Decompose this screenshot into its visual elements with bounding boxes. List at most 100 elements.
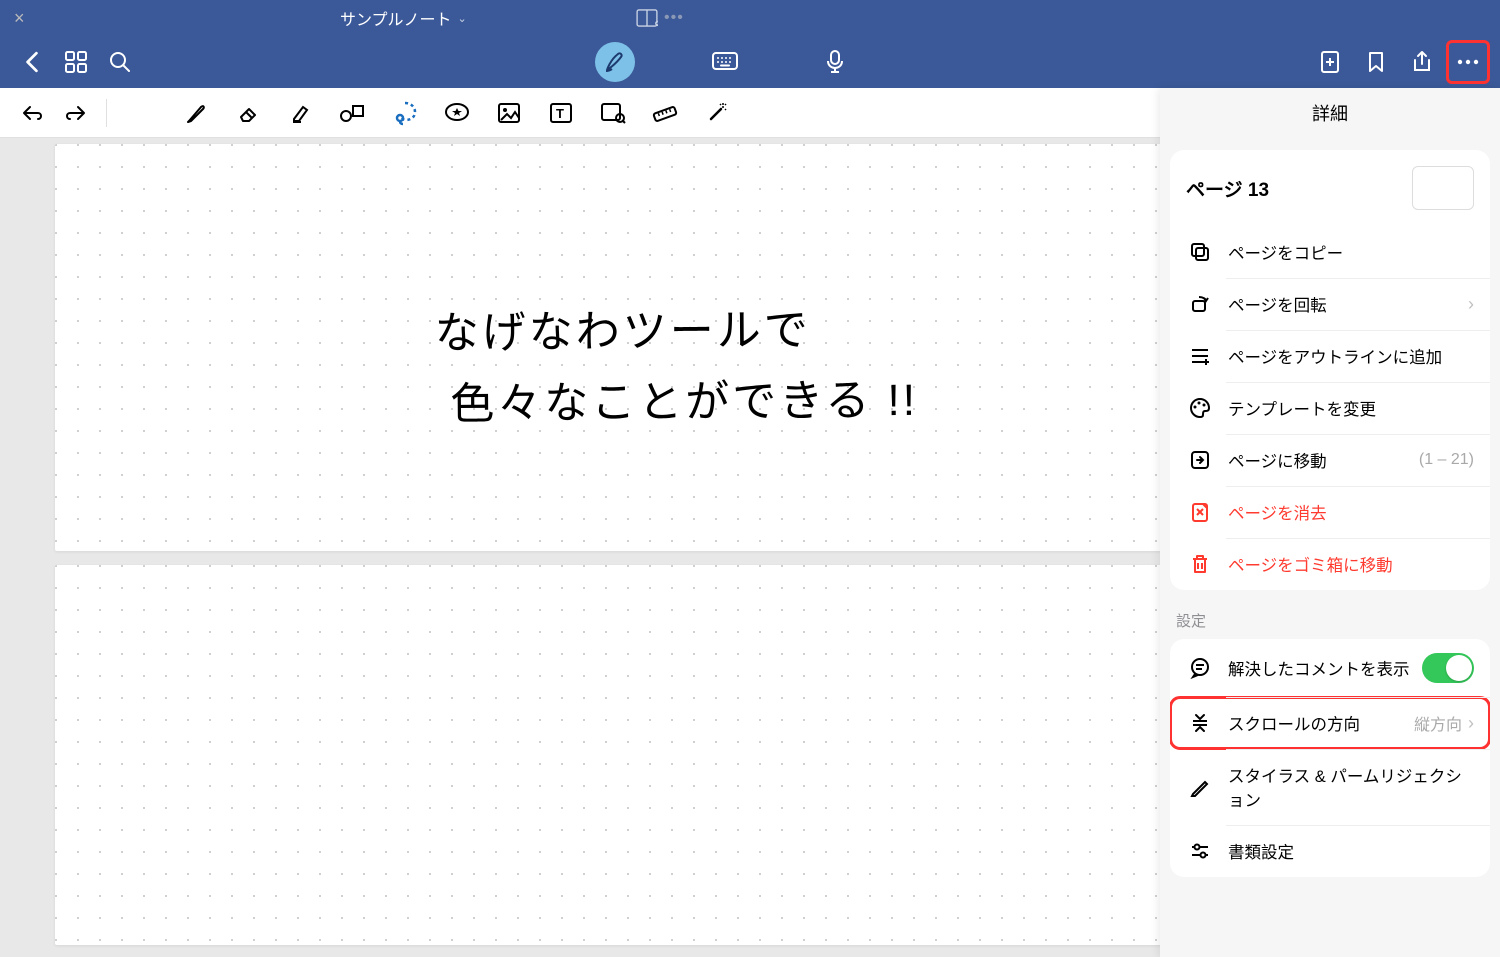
comment-icon xyxy=(1186,657,1214,679)
eraser-icon xyxy=(237,101,261,125)
tab-bar: × サンプルノート ⌄ + ••• xyxy=(0,0,1500,36)
outline-icon xyxy=(1186,345,1214,367)
stylus-icon xyxy=(1186,776,1214,798)
scroll-direction-label: スクロールの方向 xyxy=(1228,711,1414,735)
page-section: ページ 13 ページをコピー ページを回転 › ページをアウトラインに追加 テン… xyxy=(1170,150,1490,590)
bookmark-button[interactable] xyxy=(1354,40,1398,84)
clear-page-button[interactable]: ページを消去 xyxy=(1170,486,1490,538)
share-button[interactable] xyxy=(1400,40,1444,84)
undo-button[interactable] xyxy=(12,93,54,133)
keyboard-icon xyxy=(712,52,738,72)
chevron-down-icon: ⌄ xyxy=(458,12,467,25)
mic-icon xyxy=(826,50,844,74)
more-icon xyxy=(1457,59,1479,65)
settings-section-title: 設定 xyxy=(1170,610,1490,639)
stylus-row[interactable]: スタイラス & パームリジェクション xyxy=(1170,749,1490,825)
document-title: サンプルノート xyxy=(340,6,452,30)
split-view-button[interactable]: + ••• xyxy=(636,9,684,27)
nav-right xyxy=(1308,40,1490,84)
clear-icon xyxy=(1186,501,1214,523)
pen-tool[interactable] xyxy=(177,93,217,133)
search-button[interactable] xyxy=(98,40,142,84)
trash-icon xyxy=(1186,553,1214,575)
chevron-right-icon: › xyxy=(1468,294,1474,315)
thumbnails-button[interactable] xyxy=(54,40,98,84)
resolved-comments-toggle[interactable] xyxy=(1422,653,1474,683)
eraser-tool[interactable] xyxy=(229,93,269,133)
laser-tool[interactable] xyxy=(697,93,737,133)
redo-button[interactable] xyxy=(54,93,96,133)
add-outline-button[interactable]: ページをアウトラインに追加 xyxy=(1170,330,1490,382)
lasso-tool[interactable] xyxy=(385,93,425,133)
svg-text:+: + xyxy=(656,21,658,27)
mic-mode-button[interactable] xyxy=(815,42,855,82)
document-title-button[interactable]: サンプルノート ⌄ xyxy=(340,6,467,30)
ruler-tool[interactable] xyxy=(645,93,685,133)
pen-mode-button[interactable] xyxy=(595,42,635,82)
sliders-icon xyxy=(1186,840,1214,862)
goto-range: (1 – 21) xyxy=(1419,451,1474,469)
pen-tool-icon xyxy=(185,101,209,125)
back-button[interactable] xyxy=(10,40,54,84)
grid-icon xyxy=(65,51,87,73)
trash-page-button[interactable]: ページをゴミ箱に移動 xyxy=(1170,538,1490,590)
rotate-page-button[interactable]: ページを回転 › xyxy=(1170,278,1490,330)
history-group xyxy=(12,93,96,133)
nav-center xyxy=(595,42,855,82)
doc-settings-label: 書類設定 xyxy=(1228,839,1474,863)
nav-bar xyxy=(0,36,1500,88)
goto-icon xyxy=(1186,449,1214,471)
redo-icon xyxy=(64,105,86,121)
bookmark-icon xyxy=(1368,51,1384,73)
copy-page-label: ページをコピー xyxy=(1228,240,1474,264)
handwritten-text: なげなわツールで 色々なことができる !! xyxy=(434,292,918,438)
close-tab-button[interactable]: × xyxy=(0,8,39,29)
elements-tool[interactable] xyxy=(593,93,633,133)
add-page-icon xyxy=(1320,50,1340,74)
clear-page-label: ページを消去 xyxy=(1228,500,1474,524)
add-page-button[interactable] xyxy=(1308,40,1352,84)
chevron-left-icon xyxy=(24,51,40,73)
rotate-icon xyxy=(1186,293,1214,315)
undo-icon xyxy=(22,105,44,121)
ruler-icon xyxy=(652,102,678,124)
add-outline-label: ページをアウトラインに追加 xyxy=(1228,344,1474,368)
scroll-icon xyxy=(1186,712,1214,734)
svg-text:T: T xyxy=(556,106,564,121)
highlighter-tool[interactable] xyxy=(281,93,321,133)
page-thumbnail[interactable] xyxy=(1412,166,1474,210)
page-header-row: ページ 13 xyxy=(1170,150,1490,226)
settings-section: 解決したコメントを表示 スクロールの方向 縦方向 › スタイラス & パームリジ… xyxy=(1170,639,1490,877)
resolved-comments-row[interactable]: 解決したコメントを表示 xyxy=(1170,639,1490,697)
lasso-icon xyxy=(392,100,418,126)
favorites-tool[interactable] xyxy=(437,93,477,133)
laser-icon xyxy=(705,101,729,125)
more-button[interactable] xyxy=(1446,40,1490,84)
tools-group: T xyxy=(177,93,737,133)
scroll-direction-value: 縦方向 xyxy=(1414,711,1462,735)
shape-tool[interactable] xyxy=(333,93,373,133)
change-template-button[interactable]: テンプレートを変更 xyxy=(1170,382,1490,434)
highlighter-icon xyxy=(289,101,313,125)
split-dots-icon: ••• xyxy=(664,9,684,27)
image-tool[interactable] xyxy=(489,93,529,133)
goto-page-button[interactable]: ページに移動 (1 – 21) xyxy=(1170,434,1490,486)
nav-left xyxy=(10,40,142,84)
pen-icon xyxy=(603,50,627,74)
stylus-label: スタイラス & パームリジェクション xyxy=(1228,763,1474,811)
chevron-right-icon: › xyxy=(1468,713,1474,734)
text-tool[interactable]: T xyxy=(541,93,581,133)
doc-settings-row[interactable]: 書類設定 xyxy=(1170,825,1490,877)
share-icon xyxy=(1412,50,1432,74)
image-icon xyxy=(497,102,521,124)
page-label: ページ 13 xyxy=(1186,175,1269,202)
copy-icon xyxy=(1186,241,1214,263)
panel-title: 詳細 xyxy=(1160,88,1500,138)
shape-icon xyxy=(340,102,366,124)
scroll-direction-row[interactable]: スクロールの方向 縦方向 › xyxy=(1170,697,1490,749)
keyboard-mode-button[interactable] xyxy=(705,42,745,82)
picture-search-icon xyxy=(600,102,626,124)
trash-page-label: ページをゴミ箱に移動 xyxy=(1228,552,1474,576)
copy-page-button[interactable]: ページをコピー xyxy=(1170,226,1490,278)
rotate-page-label: ページを回転 xyxy=(1228,292,1462,316)
